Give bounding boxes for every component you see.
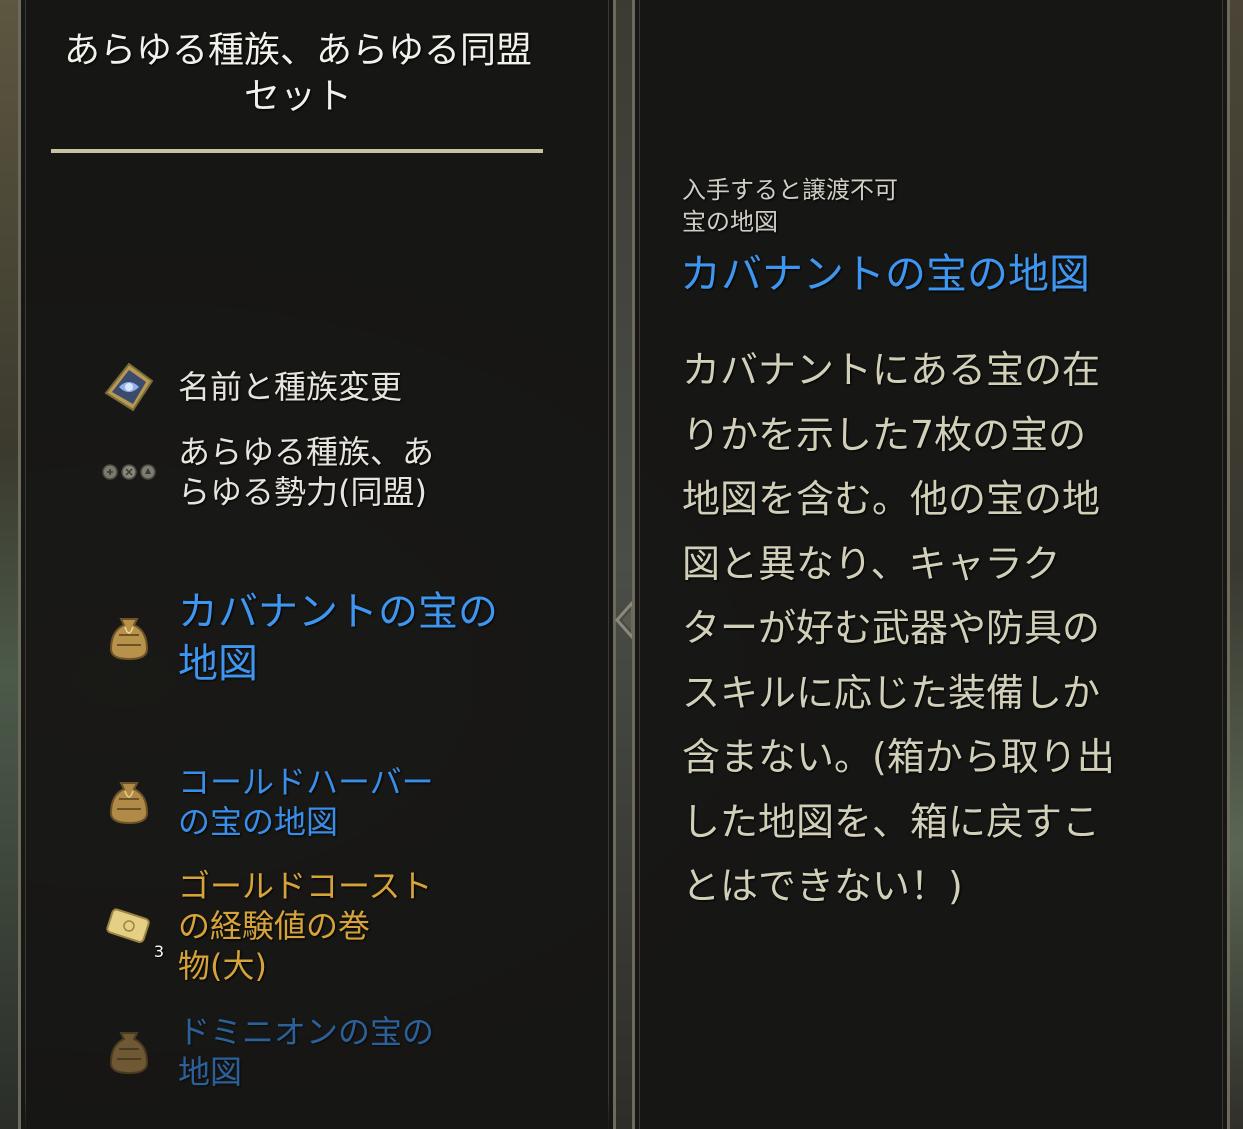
item-name: カバナントの宝の地図	[680, 250, 1090, 298]
item-description: カバナントにある宝の在 りかを示した7枚の宝の 地図を含む。他の宝の地 図と異な…	[682, 348, 1115, 908]
treasure-map-bag-icon	[100, 1023, 158, 1081]
game-background: あらゆる種族、あらゆる同盟 セット 名前と種族変更 あらゆる種族、あ らゆる勢力…	[0, 0, 1243, 1129]
list-item-dominion-treasure-maps[interactable]: ドミニオンの宝の 地図	[100, 1012, 580, 1092]
title-divider	[51, 149, 543, 153]
list-item-label: コールドハーバー の宝の地図	[178, 763, 434, 841]
list-item-covenant-treasure-maps[interactable]: カバナントの宝の 地図	[100, 586, 580, 690]
experience-scroll-icon: 3	[100, 897, 164, 961]
treasure-map-bag-icon	[100, 609, 158, 667]
list-item-label: カバナントの宝の 地図	[178, 589, 498, 687]
list-item-label: ドミニオンの宝の 地図	[178, 1013, 435, 1091]
list-item-label: あらゆる種族、あ らゆる勢力(同盟)	[178, 433, 435, 511]
list-item-label: ゴールドコースト の経験値の巻 物(大)	[178, 867, 433, 985]
item-meta-info: 入手すると譲渡不可 宝の地図	[682, 176, 898, 236]
list-scroll-fade	[21, 1095, 613, 1129]
list-item-gold-coast-xp-scroll[interactable]: 3 ゴールドコースト の経験値の巻 物(大)	[100, 866, 580, 986]
alliance-emblems-icon	[100, 443, 158, 501]
treasure-map-bag-icon	[100, 773, 158, 831]
list-item-name-race-change[interactable]: 名前と種族変更	[100, 358, 580, 416]
list-item-label: 名前と種族変更	[178, 368, 403, 406]
item-quantity: 3	[153, 942, 164, 961]
list-item-coldharbour-treasure-maps[interactable]: コールドハーバー の宝の地図	[100, 762, 580, 842]
list-item-all-races-alliances[interactable]: あらゆる種族、あ らゆる勢力(同盟)	[100, 432, 580, 512]
pack-title: あらゆる種族、あらゆる同盟 セット	[63, 30, 532, 117]
name-race-change-token-icon	[100, 358, 158, 416]
